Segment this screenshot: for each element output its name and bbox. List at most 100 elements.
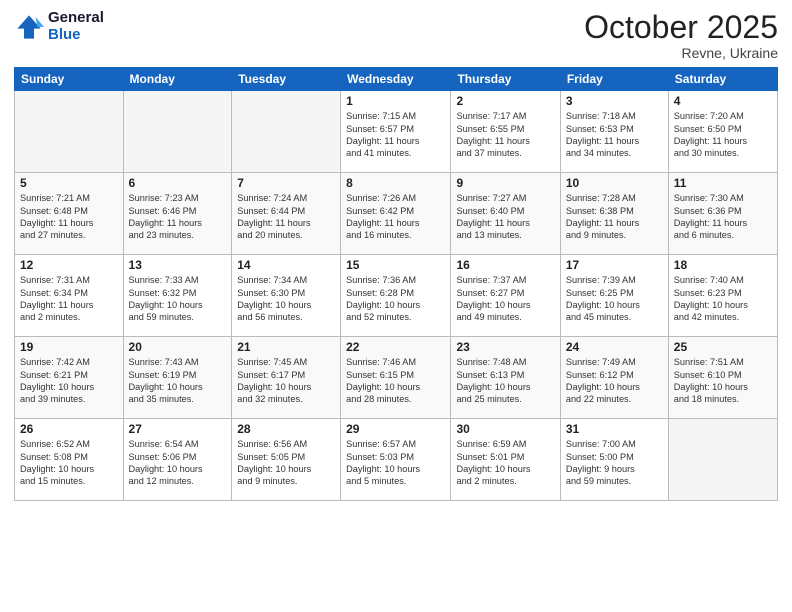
location: Revne, Ukraine <box>584 45 778 61</box>
day-number: 7 <box>237 176 335 190</box>
table-row: 16 Sunrise: 7:37 AM Sunset: 6:27 PM Dayli… <box>451 255 560 337</box>
table-row: 14Sunrise: 7:34 AM Sunset: 6:30 PM Dayli… <box>232 255 341 337</box>
day-number: 4 <box>674 94 772 108</box>
day-number: 22 <box>346 340 445 354</box>
col-wednesday: Wednesday <box>341 68 451 91</box>
day-info: Sunrise: 7:17 AM Sunset: 6:55 PM Dayligh… <box>456 110 554 160</box>
table-row: 20 Sunrise: 7:43 AM Sunset: 6:19 PM Dayli… <box>123 337 232 419</box>
table-row: 26 Sunrise: 6:52 AM Sunset: 5:08 PM Dayli… <box>15 419 124 501</box>
day-number: 19 <box>20 340 118 354</box>
table-row: 6 Sunrise: 7:23 AM Sunset: 6:46 PM Daylig… <box>123 173 232 255</box>
day-number: 11 <box>674 176 772 190</box>
calendar-week-5: 26 Sunrise: 6:52 AM Sunset: 5:08 PM Dayli… <box>15 419 778 501</box>
table-row: 17 Sunrise: 7:39 AM Sunset: 6:25 PM Dayli… <box>560 255 668 337</box>
table-row <box>232 91 341 173</box>
calendar-week-1: 1Sunrise: 7:15 AM Sunset: 6:57 PM Daylig… <box>15 91 778 173</box>
day-info: Sunrise: 7:30 AM Sunset: 6:36 PM Dayligh… <box>674 192 772 242</box>
day-number: 5 <box>20 176 118 190</box>
table-row: 28 Sunrise: 6:56 AM Sunset: 5:05 PM Dayli… <box>232 419 341 501</box>
col-thursday: Thursday <box>451 68 560 91</box>
calendar-header-row: Sunday Monday Tuesday Wednesday Thursday… <box>15 68 778 91</box>
table-row: 7Sunrise: 7:24 AM Sunset: 6:44 PM Daylig… <box>232 173 341 255</box>
day-number: 21 <box>237 340 335 354</box>
table-row: 13 Sunrise: 7:33 AM Sunset: 6:32 PM Dayli… <box>123 255 232 337</box>
table-row: 24 Sunrise: 7:49 AM Sunset: 6:12 PM Dayli… <box>560 337 668 419</box>
table-row: 4 Sunrise: 7:20 AM Sunset: 6:50 PM Daylig… <box>668 91 777 173</box>
day-number: 8 <box>346 176 445 190</box>
day-number: 28 <box>237 422 335 436</box>
table-row: 19 Sunrise: 7:42 AM Sunset: 6:21 PM Dayli… <box>15 337 124 419</box>
table-row: 1Sunrise: 7:15 AM Sunset: 6:57 PM Daylig… <box>341 91 451 173</box>
logo: General Blue <box>14 10 104 43</box>
logo-text: General Blue <box>48 10 104 43</box>
day-info: Sunrise: 6:54 AM Sunset: 5:06 PM Dayligh… <box>129 438 227 488</box>
day-number: 6 <box>129 176 227 190</box>
day-number: 20 <box>129 340 227 354</box>
day-info: Sunrise: 7:39 AM Sunset: 6:25 PM Dayligh… <box>566 274 663 324</box>
day-info: Sunrise: 7:49 AM Sunset: 6:12 PM Dayligh… <box>566 356 663 406</box>
table-row: 23Sunrise: 7:48 AM Sunset: 6:13 PM Dayli… <box>451 337 560 419</box>
day-info: Sunrise: 7:42 AM Sunset: 6:21 PM Dayligh… <box>20 356 118 406</box>
table-row: 21 Sunrise: 7:45 AM Sunset: 6:17 PM Dayli… <box>232 337 341 419</box>
day-number: 30 <box>456 422 554 436</box>
day-number: 26 <box>20 422 118 436</box>
col-friday: Friday <box>560 68 668 91</box>
day-info: Sunrise: 7:33 AM Sunset: 6:32 PM Dayligh… <box>129 274 227 324</box>
day-number: 16 <box>456 258 554 272</box>
day-info: Sunrise: 6:57 AM Sunset: 5:03 PM Dayligh… <box>346 438 445 488</box>
table-row <box>123 91 232 173</box>
day-info: Sunrise: 7:28 AM Sunset: 6:38 PM Dayligh… <box>566 192 663 242</box>
day-info: Sunrise: 7:36 AM Sunset: 6:28 PM Dayligh… <box>346 274 445 324</box>
table-row: 11 Sunrise: 7:30 AM Sunset: 6:36 PM Dayli… <box>668 173 777 255</box>
day-info: Sunrise: 7:23 AM Sunset: 6:46 PM Dayligh… <box>129 192 227 242</box>
table-row: 29 Sunrise: 6:57 AM Sunset: 5:03 PM Dayli… <box>341 419 451 501</box>
day-info: Sunrise: 6:59 AM Sunset: 5:01 PM Dayligh… <box>456 438 554 488</box>
day-number: 25 <box>674 340 772 354</box>
page: General Blue October 2025 Revne, Ukraine… <box>0 0 792 612</box>
day-info: Sunrise: 7:51 AM Sunset: 6:10 PM Dayligh… <box>674 356 772 406</box>
day-info: Sunrise: 7:40 AM Sunset: 6:23 PM Dayligh… <box>674 274 772 324</box>
day-info: Sunrise: 7:15 AM Sunset: 6:57 PM Dayligh… <box>346 110 445 160</box>
day-info: Sunrise: 7:34 AM Sunset: 6:30 PM Dayligh… <box>237 274 335 324</box>
day-info: Sunrise: 6:56 AM Sunset: 5:05 PM Dayligh… <box>237 438 335 488</box>
table-row: 18 Sunrise: 7:40 AM Sunset: 6:23 PM Dayli… <box>668 255 777 337</box>
header: General Blue October 2025 Revne, Ukraine <box>14 10 778 61</box>
col-saturday: Saturday <box>668 68 777 91</box>
calendar-week-3: 12 Sunrise: 7:31 AM Sunset: 6:34 PM Dayli… <box>15 255 778 337</box>
table-row: 8 Sunrise: 7:26 AM Sunset: 6:42 PM Daylig… <box>341 173 451 255</box>
calendar: Sunday Monday Tuesday Wednesday Thursday… <box>14 67 778 501</box>
day-number: 9 <box>456 176 554 190</box>
day-info: Sunrise: 7:26 AM Sunset: 6:42 PM Dayligh… <box>346 192 445 242</box>
day-number: 12 <box>20 258 118 272</box>
day-info: Sunrise: 7:46 AM Sunset: 6:15 PM Dayligh… <box>346 356 445 406</box>
day-info: Sunrise: 7:20 AM Sunset: 6:50 PM Dayligh… <box>674 110 772 160</box>
table-row: 22 Sunrise: 7:46 AM Sunset: 6:15 PM Dayli… <box>341 337 451 419</box>
day-number: 13 <box>129 258 227 272</box>
day-number: 15 <box>346 258 445 272</box>
table-row: 10Sunrise: 7:28 AM Sunset: 6:38 PM Dayli… <box>560 173 668 255</box>
col-monday: Monday <box>123 68 232 91</box>
day-number: 18 <box>674 258 772 272</box>
day-number: 24 <box>566 340 663 354</box>
day-info: Sunrise: 7:48 AM Sunset: 6:13 PM Dayligh… <box>456 356 554 406</box>
logo-icon <box>14 12 44 42</box>
month-title: October 2025 <box>584 10 778 45</box>
title-block: October 2025 Revne, Ukraine <box>584 10 778 61</box>
day-info: Sunrise: 7:18 AM Sunset: 6:53 PM Dayligh… <box>566 110 663 160</box>
day-info: Sunrise: 7:43 AM Sunset: 6:19 PM Dayligh… <box>129 356 227 406</box>
day-info: Sunrise: 7:21 AM Sunset: 6:48 PM Dayligh… <box>20 192 118 242</box>
col-sunday: Sunday <box>15 68 124 91</box>
col-tuesday: Tuesday <box>232 68 341 91</box>
table-row: 2Sunrise: 7:17 AM Sunset: 6:55 PM Daylig… <box>451 91 560 173</box>
day-number: 17 <box>566 258 663 272</box>
day-info: Sunrise: 7:45 AM Sunset: 6:17 PM Dayligh… <box>237 356 335 406</box>
table-row: 25 Sunrise: 7:51 AM Sunset: 6:10 PM Dayli… <box>668 337 777 419</box>
table-row: 3 Sunrise: 7:18 AM Sunset: 6:53 PM Daylig… <box>560 91 668 173</box>
day-info: Sunrise: 7:00 AM Sunset: 5:00 PM Dayligh… <box>566 438 663 488</box>
day-info: Sunrise: 7:27 AM Sunset: 6:40 PM Dayligh… <box>456 192 554 242</box>
day-number: 3 <box>566 94 663 108</box>
day-info: Sunrise: 7:37 AM Sunset: 6:27 PM Dayligh… <box>456 274 554 324</box>
day-info: Sunrise: 6:52 AM Sunset: 5:08 PM Dayligh… <box>20 438 118 488</box>
day-info: Sunrise: 7:31 AM Sunset: 6:34 PM Dayligh… <box>20 274 118 324</box>
day-number: 29 <box>346 422 445 436</box>
